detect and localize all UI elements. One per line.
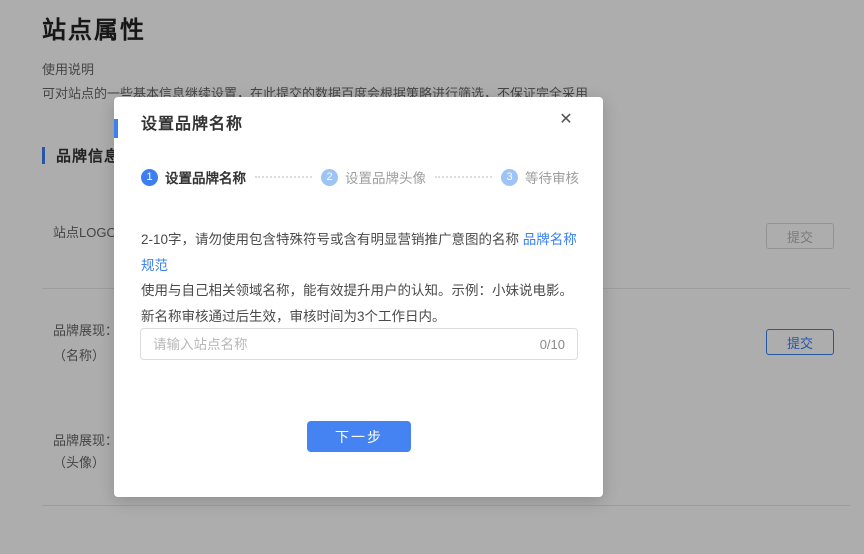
next-step-button[interactable]: 下一步 — [307, 421, 411, 452]
rules-line-3: 新名称审核通过后生效，审核时间为3个工作日内。 — [141, 304, 581, 330]
step-1-set-brand-name: 1 设置品牌名称 — [141, 167, 246, 187]
rules-line-2: 使用与自己相关领域名称，能有效提升用户的认知。示例：小妹说电影。 — [141, 278, 581, 304]
step-3-wait-review: 3 等待审核 — [501, 167, 579, 187]
step-3-number: 3 — [501, 169, 518, 186]
screen: 站点属性 使用说明 可对站点的一些基本信息继续设置，在此提交的数据百度会根据策略… — [0, 0, 864, 554]
step-1-label: 设置品牌名称 — [165, 167, 246, 187]
dialog-title: 设置品牌名称 — [141, 110, 243, 134]
char-counter: 0/10 — [540, 337, 577, 352]
site-name-input[interactable] — [141, 329, 540, 359]
step-1-number: 1 — [141, 169, 158, 186]
rules-line-1-text: 2-10字，请勿使用包含特殊符号或含有明显营销推广意图的名称 — [141, 232, 523, 247]
step-2-number: 2 — [321, 169, 338, 186]
rules-line-1: 2-10字，请勿使用包含特殊符号或含有明显营销推广意图的名称 品牌名称规范 — [141, 227, 581, 278]
close-icon[interactable]: ✕ — [555, 108, 577, 130]
site-name-input-wrap: 0/10 — [140, 328, 578, 360]
step-3-label: 等待审核 — [525, 167, 579, 187]
set-brand-name-dialog: 设置品牌名称 ✕ 1 设置品牌名称 2 设置品牌头像 3 等待审核 2-10字，… — [114, 97, 603, 497]
brand-name-rules-text: 2-10字，请勿使用包含特殊符号或含有明显营销推广意图的名称 品牌名称规范 使用… — [141, 227, 581, 329]
step-2-set-brand-avatar: 2 设置品牌头像 — [321, 167, 426, 187]
step-connector — [255, 176, 312, 178]
step-connector — [435, 176, 492, 178]
step-2-label: 设置品牌头像 — [345, 167, 426, 187]
step-indicator: 1 设置品牌名称 2 设置品牌头像 3 等待审核 — [141, 167, 579, 187]
dialog-accent-bar — [114, 119, 118, 138]
